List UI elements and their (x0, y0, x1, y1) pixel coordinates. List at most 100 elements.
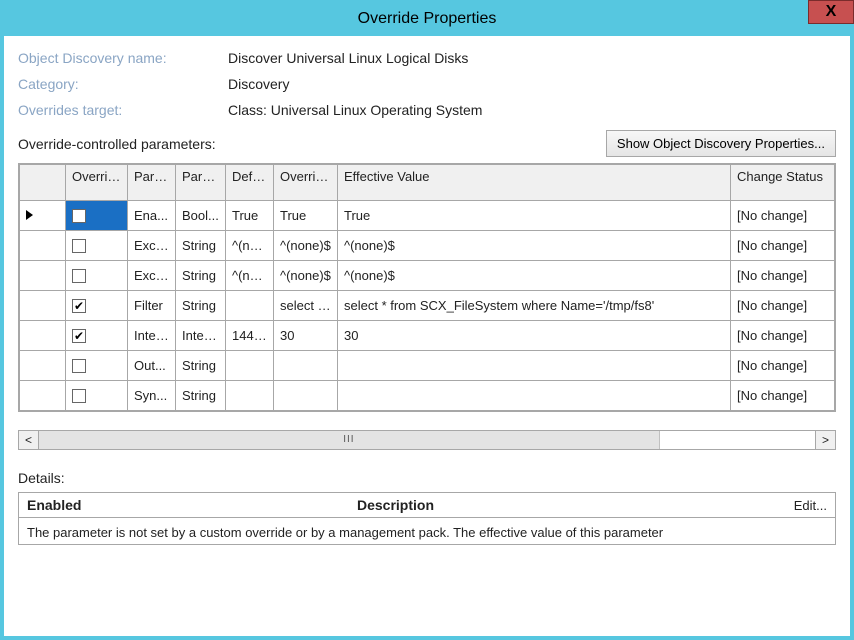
cell-override-value[interactable] (274, 351, 338, 381)
scroll-left-button[interactable]: < (19, 431, 39, 449)
row-indicator-cell (20, 261, 66, 291)
label-overrides-target: Overrides target: (18, 102, 228, 118)
cell-effective-value[interactable]: ^(none)$ (338, 261, 731, 291)
table-row[interactable]: Inter...Integer144003030[No change] (20, 321, 835, 351)
col-effective[interactable]: Effective Value (338, 165, 731, 201)
window-title: Override Properties (358, 10, 497, 27)
dialog-window: Override Properties X Object Discovery n… (0, 0, 854, 640)
table-row[interactable]: Out...String [No change] (20, 351, 835, 381)
details-body-text: The parameter is not set by a custom ove… (19, 518, 835, 544)
cell-change-status[interactable]: [No change] (731, 201, 835, 231)
cell-override-value[interactable]: select *f... (274, 291, 338, 321)
table-row[interactable]: Excl...String^(no...^(none)$^(none)$[No … (20, 261, 835, 291)
cell-param-type[interactable]: String (176, 351, 226, 381)
row-indicator-cell (20, 201, 66, 231)
cell-param-name[interactable]: Out... (128, 351, 176, 381)
cell-effective-value[interactable]: 30 (338, 321, 731, 351)
header-row-discovery-name: Object Discovery name: Discover Universa… (18, 50, 836, 66)
override-checkbox-cell[interactable] (66, 381, 128, 411)
cell-param-name[interactable]: Syn... (128, 381, 176, 411)
close-button[interactable]: X (808, 0, 854, 24)
cell-change-status[interactable]: [No change] (731, 321, 835, 351)
details-label: Details: (18, 470, 836, 486)
table-row[interactable]: Ena...Bool...TrueTrueTrue[No change] (20, 201, 835, 231)
titlebar: Override Properties X (4, 4, 850, 36)
cell-param-type[interactable]: String (176, 381, 226, 411)
value-discovery-name: Discover Universal Linux Logical Disks (228, 50, 468, 66)
override-checkbox[interactable] (72, 269, 86, 283)
override-checkbox-cell[interactable] (66, 291, 128, 321)
table-row[interactable]: Syn...String [No change] (20, 381, 835, 411)
cell-param-name[interactable]: Excl... (128, 231, 176, 261)
cell-change-status[interactable]: [No change] (731, 351, 835, 381)
cell-effective-value[interactable] (338, 381, 731, 411)
cell-param-name[interactable]: Ena... (128, 201, 176, 231)
details-header: Enabled Description Edit... (19, 493, 835, 518)
cell-change-status[interactable]: [No change] (731, 231, 835, 261)
cell-default-value[interactable] (226, 291, 274, 321)
label-discovery-name: Object Discovery name: (18, 50, 228, 66)
cell-effective-value[interactable] (338, 351, 731, 381)
cell-default-value[interactable]: ^(no... (226, 231, 274, 261)
override-checkbox-cell[interactable] (66, 231, 128, 261)
cell-override-value[interactable]: ^(none)$ (274, 261, 338, 291)
content-area: Object Discovery name: Discover Universa… (4, 36, 850, 545)
scroll-track[interactable]: III (39, 431, 815, 449)
header-row-overrides-target: Overrides target: Class: Universal Linux… (18, 102, 836, 118)
details-description-header: Description (357, 497, 794, 513)
parameters-table[interactable]: Override Parame... Parame... Default... … (19, 164, 835, 411)
cell-override-value[interactable]: ^(none)$ (274, 231, 338, 261)
cell-default-value[interactable] (226, 381, 274, 411)
col-change[interactable]: Change Status (731, 165, 835, 201)
col-param-name[interactable]: Parame... (128, 165, 176, 201)
override-checkbox[interactable] (72, 299, 86, 313)
col-override-value[interactable]: Override... (274, 165, 338, 201)
cell-default-value[interactable]: ^(no... (226, 261, 274, 291)
cell-param-type[interactable]: String (176, 261, 226, 291)
cell-effective-value[interactable]: True (338, 201, 731, 231)
cell-param-name[interactable]: Excl... (128, 261, 176, 291)
col-param-type[interactable]: Parame... (176, 165, 226, 201)
cell-effective-value[interactable]: select * from SCX_FileSystem where Name=… (338, 291, 731, 321)
details-edit-link[interactable]: Edit... (794, 498, 827, 513)
table-row[interactable]: Excl...String^(no...^(none)$^(none)$[No … (20, 231, 835, 261)
override-checkbox[interactable] (72, 389, 86, 403)
row-indicator-cell (20, 321, 66, 351)
override-checkbox[interactable] (72, 209, 86, 223)
cell-default-value[interactable]: 14400 (226, 321, 274, 351)
show-properties-button[interactable]: Show Object Discovery Properties... (606, 130, 836, 157)
cell-default-value[interactable]: True (226, 201, 274, 231)
cell-change-status[interactable]: [No change] (731, 381, 835, 411)
scroll-thumb[interactable]: III (39, 431, 660, 449)
cell-change-status[interactable]: [No change] (731, 261, 835, 291)
cell-override-value[interactable]: True (274, 201, 338, 231)
header-row-category: Category: Discovery (18, 76, 836, 92)
cell-override-value[interactable] (274, 381, 338, 411)
override-checkbox[interactable] (72, 359, 86, 373)
table-row[interactable]: FilterString select *f...select * from SC… (20, 291, 835, 321)
col-override[interactable]: Override (66, 165, 128, 201)
cell-param-type[interactable]: Bool... (176, 201, 226, 231)
params-heading-row: Override-controlled parameters: Show Obj… (18, 130, 836, 157)
col-rowheader[interactable] (20, 165, 66, 201)
override-checkbox-cell[interactable] (66, 321, 128, 351)
override-checkbox[interactable] (72, 239, 86, 253)
col-default[interactable]: Default... (226, 165, 274, 201)
cell-param-name[interactable]: Inter... (128, 321, 176, 351)
override-checkbox-cell[interactable] (66, 261, 128, 291)
cell-param-type[interactable]: Integer (176, 321, 226, 351)
cell-change-status[interactable]: [No change] (731, 291, 835, 321)
horizontal-scrollbar[interactable]: < III > (18, 430, 836, 450)
cell-override-value[interactable]: 30 (274, 321, 338, 351)
cell-default-value[interactable] (226, 351, 274, 381)
table-header-row: Override Parame... Parame... Default... … (20, 165, 835, 201)
cell-effective-value[interactable]: ^(none)$ (338, 231, 731, 261)
cell-param-type[interactable]: String (176, 291, 226, 321)
override-checkbox[interactable] (72, 329, 86, 343)
scroll-right-button[interactable]: > (815, 431, 835, 449)
override-checkbox-cell[interactable] (66, 201, 128, 231)
cell-param-type[interactable]: String (176, 231, 226, 261)
override-checkbox-cell[interactable] (66, 351, 128, 381)
table-body: Ena...Bool...TrueTrueTrue[No change]Excl… (20, 201, 835, 411)
cell-param-name[interactable]: Filter (128, 291, 176, 321)
